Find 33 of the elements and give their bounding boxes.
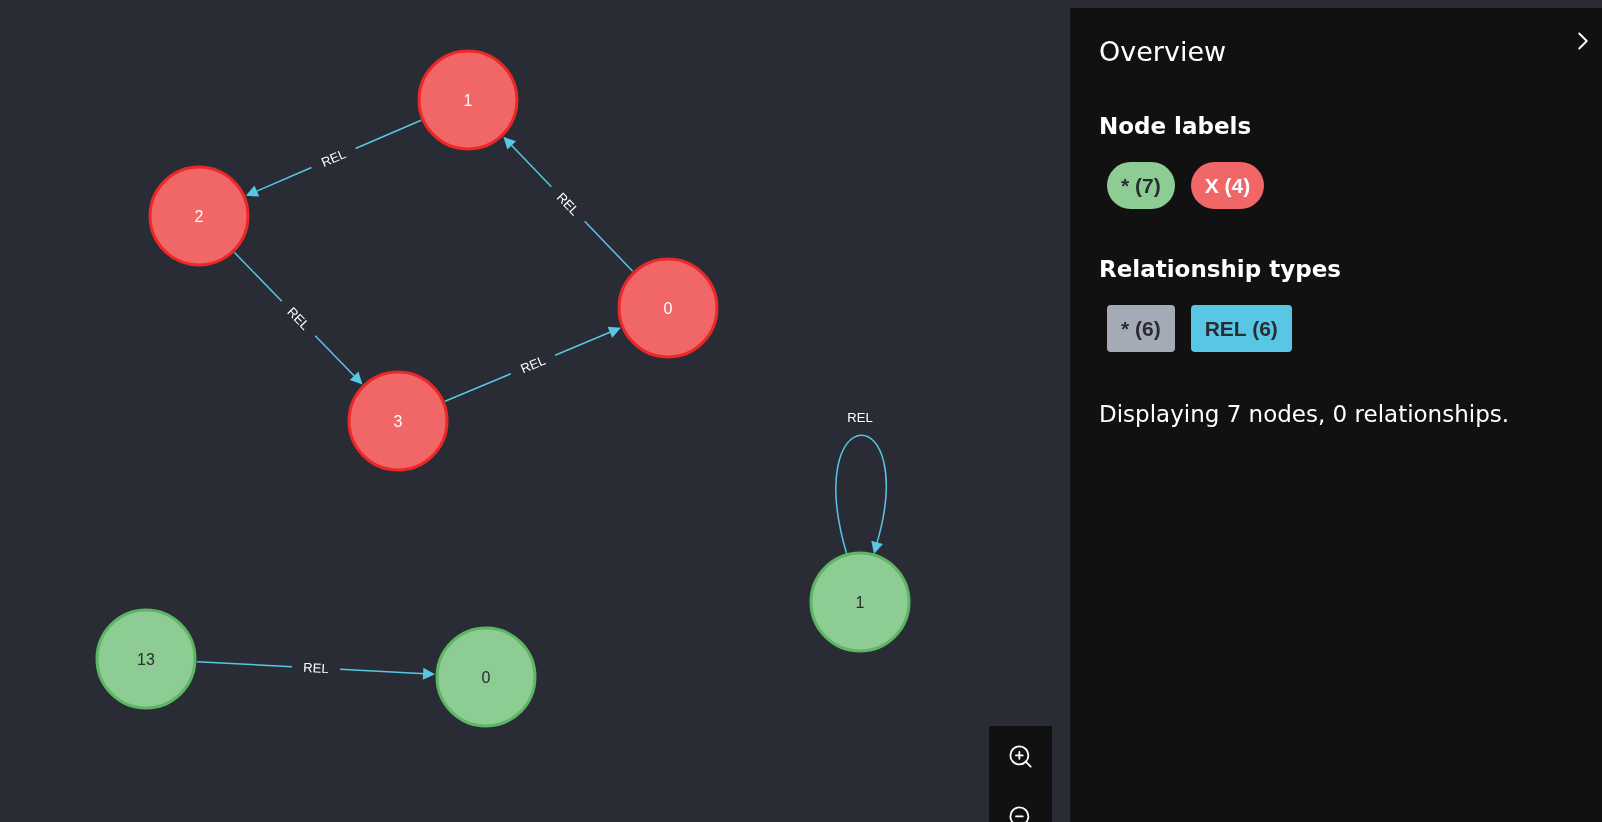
graph-node[interactable] [435, 626, 537, 728]
node-caption: 0 [481, 668, 491, 686]
relationship-arrow[interactable] [233, 251, 363, 385]
summary-text: Displaying 7 nodes, 0 relationships. [1099, 400, 1510, 429]
relationship-type-tag[interactable]: * (6) [1107, 305, 1175, 352]
zoom-in-button[interactable] [1007, 743, 1034, 770]
relationship-label: REL [302, 659, 330, 677]
graph-node[interactable] [617, 257, 719, 359]
relationship-arrow[interactable] [503, 136, 634, 272]
section-heading: Relationship types [1099, 255, 1341, 284]
node-caption: 2 [194, 207, 204, 225]
graph-node[interactable] [809, 551, 911, 653]
relationship-arrow[interactable] [444, 326, 621, 403]
relationship-arrow[interactable] [245, 119, 422, 197]
node-caption: 0 [663, 299, 673, 317]
graph-node[interactable] [95, 608, 197, 710]
relationship-label: REL [318, 146, 349, 170]
node-caption: 1 [463, 91, 473, 109]
graph-node[interactable] [417, 49, 519, 151]
relationship-arrow[interactable] [196, 660, 436, 680]
node-caption: 13 [137, 650, 155, 668]
node-label-tag[interactable]: * (7) [1107, 162, 1175, 209]
graph-node[interactable] [148, 165, 250, 267]
relationship-label: REL [847, 410, 873, 425]
panel-title: Overview [1099, 35, 1227, 69]
relationship-type-tag[interactable]: REL (6) [1190, 305, 1292, 352]
zoom-in-icon [1007, 743, 1034, 770]
relationship-arrow[interactable] [835, 434, 887, 556]
section-heading: Node labels [1099, 112, 1252, 141]
node-caption: 3 [393, 412, 403, 430]
graph-node[interactable] [347, 370, 449, 472]
node-caption: 1 [855, 593, 865, 611]
relationship-label: REL [518, 352, 548, 377]
